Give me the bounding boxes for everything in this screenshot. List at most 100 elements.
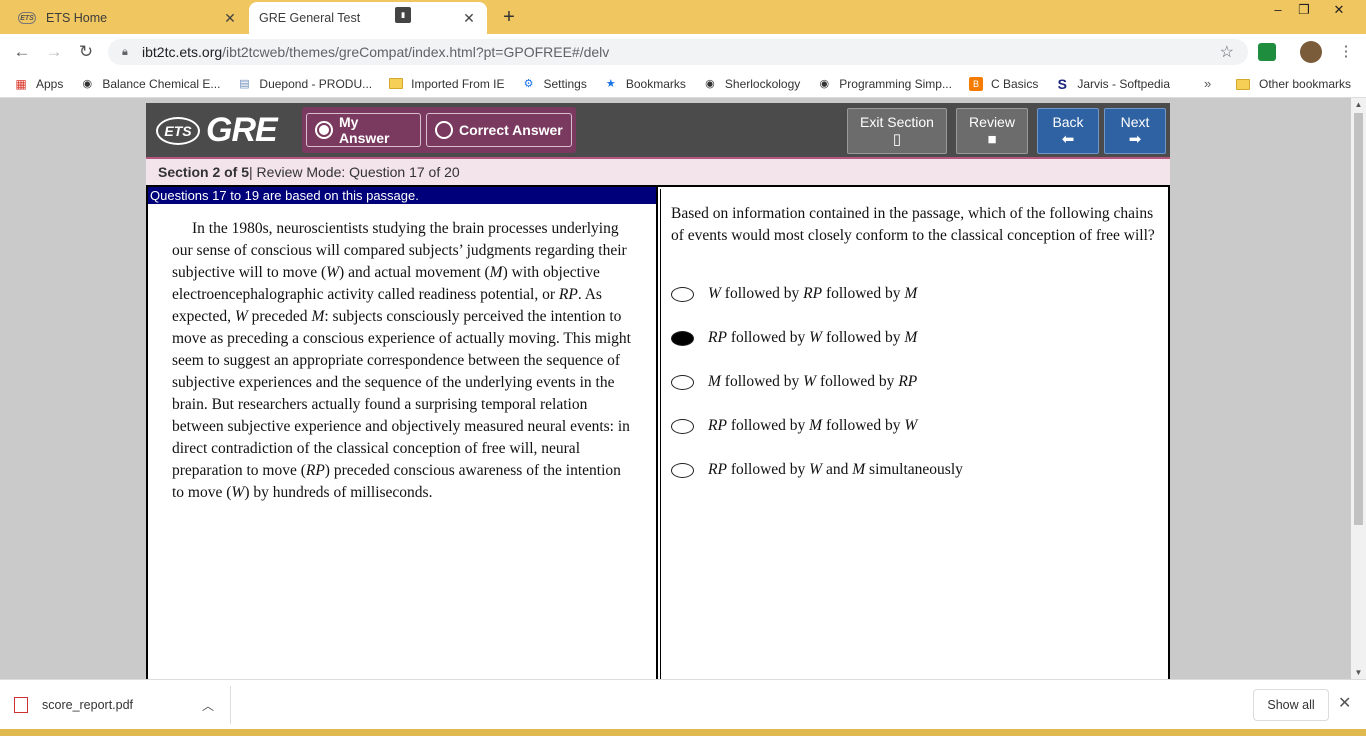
answer-option-c[interactable]: M followed by W followed by RP — [671, 373, 963, 417]
s-logo-icon: S — [1057, 75, 1067, 92]
bookmark-sherlockology[interactable]: ◉ Sherlockology — [703, 77, 800, 91]
download-shelf: score_report.pdf ︿ Show all ✕ — [0, 679, 1366, 729]
exit-section-label: Exit Section — [860, 114, 934, 130]
pdf-file-icon — [14, 697, 28, 713]
other-bookmarks[interactable]: Other bookmarks — [1236, 70, 1351, 98]
gre-logo: ETS GRE — [156, 111, 278, 150]
answer-option-b[interactable]: RP followed by W followed by M — [671, 329, 963, 373]
menu-dots-icon[interactable]: ⋮ — [1334, 41, 1358, 63]
other-bookmarks-label: Other bookmarks — [1259, 77, 1352, 91]
url-host: ibt2tc.ets.org — [142, 44, 223, 60]
download-item[interactable]: score_report.pdf ︿ — [14, 692, 228, 718]
door-icon: ▯ — [892, 131, 902, 148]
option-text: RP followed by M followed by W — [708, 417, 918, 434]
bookmark-label: C Basics — [990, 76, 1039, 91]
bookmark-bookmarks[interactable]: ★ Bookmarks — [604, 77, 686, 91]
bookmark-icon: ■ — [987, 131, 997, 148]
section-label: Section 2 of 5 — [158, 164, 250, 180]
review-label: Review — [969, 114, 1015, 130]
radio-empty-icon — [671, 375, 694, 390]
answer-option-e[interactable]: RP followed by W and M simultaneously — [671, 461, 963, 505]
radio-empty-icon — [671, 287, 694, 302]
close-icon[interactable]: ✕ — [1338, 693, 1351, 713]
answer-toggle-group: My Answer Correct Answer — [302, 107, 576, 153]
chevron-up-icon[interactable]: ︿ — [202, 697, 214, 714]
browser-toolbar: ← → ↻ 🔒︎ ibt2tc.ets.org/ibt2tcweb/themes… — [0, 34, 1366, 70]
apps-grid-icon: ▦ — [15, 76, 27, 91]
close-tab-icon[interactable]: ✕ — [222, 10, 238, 27]
tab-ets-home[interactable]: ETS ETS Home ✕ — [8, 2, 248, 34]
bookmark-label: Apps — [36, 76, 64, 91]
tab-strip: ETS ETS Home ✕ ▮ GRE General Test ✕ + – … — [0, 0, 1366, 34]
restore-button[interactable]: ❐ — [1291, 0, 1317, 22]
option-text: RP followed by W and M simultaneously — [708, 461, 963, 478]
question-pane: Based on information contained in the pa… — [660, 189, 1168, 679]
left-arrow-icon: ⬅ — [1061, 131, 1075, 148]
bookmarks-bar: ▦ Apps ◉ Balance Chemical E... ▤ Duepond - … — [0, 70, 1366, 98]
star-icon: ★ — [605, 78, 616, 90]
bookmark-c-basics[interactable]: B C Basics — [968, 76, 1039, 91]
bookmark-label: Sherlockology — [724, 76, 801, 91]
next-label: Next — [1120, 114, 1150, 130]
globe-icon: ◉ — [82, 78, 93, 90]
bookmark-label: Jarvis - Softpedia — [1077, 76, 1171, 91]
correct-answer-toggle[interactable]: Correct Answer — [426, 113, 572, 147]
divider — [230, 686, 231, 724]
ets-favicon-icon: ETS — [18, 12, 36, 24]
download-filename: score_report.pdf — [42, 698, 134, 712]
reload-icon[interactable]: ↻ — [74, 41, 98, 63]
answer-options: W followed by RP followed by M RP follow… — [671, 285, 963, 505]
folder-icon — [1236, 78, 1250, 90]
avatar[interactable] — [1300, 41, 1322, 63]
address-bar[interactable]: 🔒︎ ibt2tc.ets.org/ibt2tcweb/themes/greCo… — [108, 39, 1248, 65]
page-scrollbar[interactable]: ▲ ▼ — [1351, 98, 1366, 679]
close-window-button[interactable]: ✕ — [1326, 0, 1352, 22]
minimize-button[interactable]: – — [1265, 0, 1291, 22]
review-button[interactable]: Review ■ — [956, 108, 1028, 154]
bookmark-apps[interactable]: ▦ Apps — [14, 77, 63, 91]
radio-empty-icon — [671, 419, 694, 434]
gear-icon: ⚙ — [523, 78, 534, 90]
tab-gre-general-test[interactable]: ▮ GRE General Test ✕ — [249, 2, 487, 34]
ets-logo: ETS — [156, 116, 200, 145]
radio-empty-icon — [435, 121, 453, 139]
forward-arrow-icon[interactable]: → — [42, 41, 66, 63]
blogger-icon: B — [968, 76, 983, 91]
bookmark-duepond[interactable]: ▤ Duepond - PRODU... — [237, 77, 372, 91]
my-answer-toggle[interactable]: My Answer — [306, 113, 421, 147]
os-taskbar — [0, 729, 1366, 736]
bookmark-balance-chemical[interactable]: ◉ Balance Chemical E... — [80, 77, 221, 91]
scroll-down-icon[interactable]: ▼ — [1351, 668, 1366, 677]
gre-favicon-icon: ▮ — [395, 7, 411, 23]
passage-text: In the 1980s, neuroscientists studying t… — [172, 220, 631, 501]
new-tab-button[interactable]: + — [498, 6, 520, 28]
option-text: W followed by RP followed by M — [708, 285, 918, 302]
back-arrow-icon[interactable]: ← — [10, 41, 34, 63]
close-tab-icon[interactable]: ✕ — [461, 10, 477, 27]
scroll-up-icon[interactable]: ▲ — [1351, 100, 1366, 109]
back-button[interactable]: Back ⬅ — [1037, 108, 1099, 154]
bookmark-label: Programming Simp... — [839, 76, 952, 91]
option-text: RP followed by W followed by M — [708, 329, 918, 346]
question-content: Questions 17 to 19 are based on this pas… — [146, 185, 1170, 679]
gre-header: ETS GRE My Answer Correct Answer Exit Se… — [146, 103, 1170, 157]
page-viewport: ETS GRE My Answer Correct Answer Exit Se… — [0, 98, 1351, 679]
correct-answer-label: Correct Answer — [459, 122, 563, 138]
passage-pane: Questions 17 to 19 are based on this pas… — [148, 187, 658, 679]
scrollbar-thumb[interactable] — [1354, 113, 1363, 525]
show-all-button[interactable]: Show all — [1253, 689, 1329, 721]
answer-option-d[interactable]: RP followed by M followed by W — [671, 417, 963, 461]
exit-section-button[interactable]: Exit Section ▯ — [847, 108, 947, 154]
globe-icon: ◉ — [705, 78, 715, 90]
answer-option-a[interactable]: W followed by RP followed by M — [671, 285, 963, 329]
bookmark-settings[interactable]: ⚙ Settings — [522, 77, 587, 91]
next-button[interactable]: Next ➡ — [1104, 108, 1166, 154]
extension-icon[interactable] — [1258, 43, 1276, 61]
bookmark-label: Bookmarks — [625, 76, 686, 91]
bookmark-jarvis-softpedia[interactable]: S Jarvis - Softpedia — [1055, 75, 1171, 92]
globe-icon: ◉ — [819, 78, 830, 90]
bookmarks-overflow-icon[interactable]: » — [1204, 76, 1211, 91]
bookmark-star-icon[interactable]: ☆ — [1220, 42, 1234, 62]
bookmark-imported-from-ie[interactable]: Imported From IE — [389, 77, 505, 91]
bookmark-programming-simp[interactable]: ◉ Programming Simp... — [817, 77, 952, 91]
